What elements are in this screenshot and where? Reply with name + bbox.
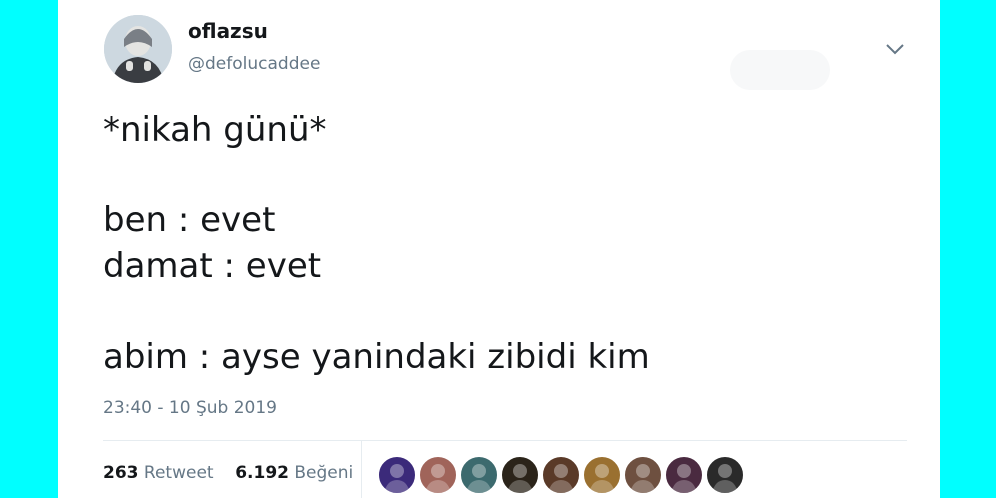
tweet-text-line: abim : ayse yanindaki zibidi kim xyxy=(103,337,650,377)
tweet-text-line: *nikah günü* xyxy=(103,110,327,150)
retweet-count: 263 xyxy=(103,463,139,483)
tweet-stats: 263 Retweet 6.192 Beğeni xyxy=(103,463,353,483)
liker-avatar-icon[interactable] xyxy=(501,456,539,494)
profile-photo-icon xyxy=(104,15,172,83)
liker-avatar-icon[interactable] xyxy=(419,456,457,494)
liker-avatar-icon[interactable] xyxy=(542,456,580,494)
liker-avatar-icon[interactable] xyxy=(624,456,662,494)
like-stat[interactable]: 6.192 Beğeni xyxy=(235,463,353,483)
liker-avatar-icon[interactable] xyxy=(706,456,744,494)
tweet-text-line: damat : evet xyxy=(103,246,322,286)
display-name[interactable]: oflazsu xyxy=(188,19,268,43)
like-label: Beğeni xyxy=(294,463,354,483)
tweet-text-line: ben : evet xyxy=(103,200,276,240)
liker-avatar-icon[interactable] xyxy=(378,456,416,494)
chevron-down-icon[interactable] xyxy=(884,41,906,57)
user-avatar[interactable] xyxy=(104,15,172,83)
tweet-card: oflazsu @defolucaddee *nikah günü* ben :… xyxy=(58,0,940,498)
blurred-area xyxy=(730,50,830,90)
like-count: 6.192 xyxy=(235,463,289,483)
retweet-label: Retweet xyxy=(143,463,214,483)
liker-avatar-icon[interactable] xyxy=(460,456,498,494)
liker-avatar-icon[interactable] xyxy=(583,456,621,494)
divider xyxy=(103,440,907,441)
user-handle[interactable]: @defolucaddee xyxy=(188,54,320,74)
retweet-stat[interactable]: 263 Retweet xyxy=(103,463,214,483)
liker-avatar-icon[interactable] xyxy=(665,456,703,494)
tweet-timestamp[interactable]: 23:40 - 10 Şub 2019 xyxy=(103,398,277,418)
stats-divider xyxy=(361,441,362,498)
